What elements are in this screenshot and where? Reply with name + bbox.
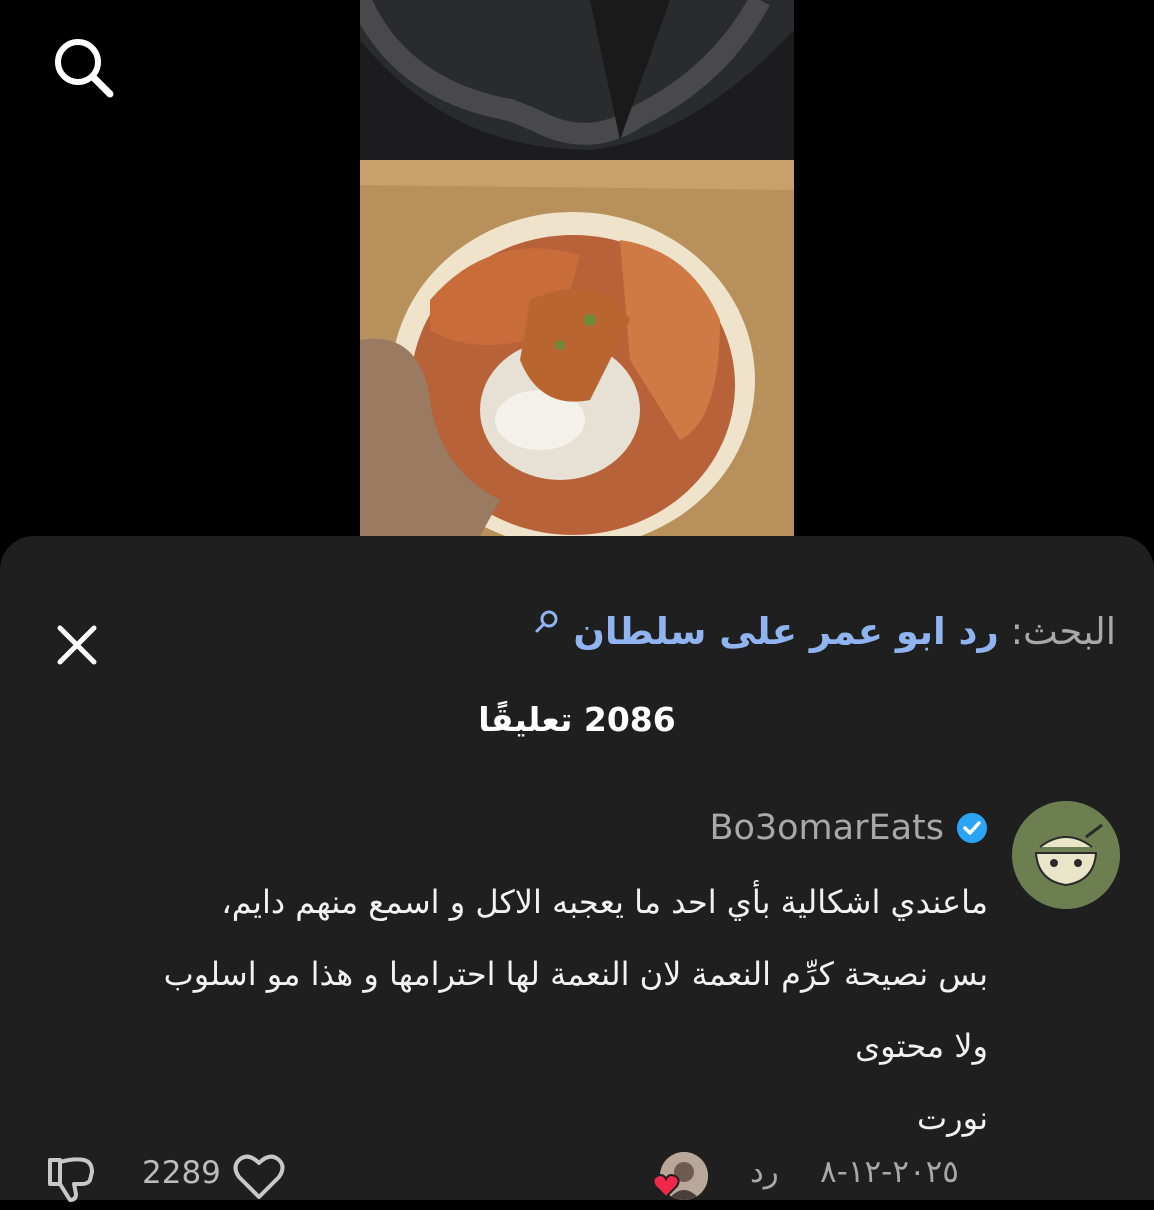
comment-line: بس نصيحة كرِّم النعمة لان النعمة لها احت… <box>163 955 988 993</box>
bowl-logo-icon <box>1012 801 1120 909</box>
avatar[interactable] <box>1012 801 1120 909</box>
comment-body: ماعندي اشكالية بأي احد ما يعجبه الاكل و … <box>28 866 988 1154</box>
search-query-link[interactable]: رد ابو عمر على سلطان <box>573 610 999 653</box>
comment-count: 2086 تعليقًا <box>478 700 676 739</box>
close-button[interactable] <box>50 618 104 672</box>
search-icon <box>55 39 114 98</box>
creator-liked-heart-icon <box>652 1174 680 1199</box>
sheet-header: البحث: رد ابو عمر على سلطان <box>0 596 1154 665</box>
dislike-button[interactable] <box>44 1154 98 1210</box>
comment-date: ٢٠٢٥-١٢-٨ <box>820 1154 959 1190</box>
like-button[interactable] <box>232 1152 286 1206</box>
comment-author-row: Bo3omarEats <box>709 808 988 848</box>
author-name[interactable]: Bo3omarEats <box>709 808 944 848</box>
food-bowl-video-thumbnail <box>360 0 794 536</box>
video-player[interactable] <box>0 0 1154 540</box>
search-icon <box>535 610 558 633</box>
video-frame[interactable] <box>360 0 794 536</box>
comments-sheet: البحث: رد ابو عمر على سلطان 2086 تعليقًا… <box>0 536 1154 1202</box>
comment-line: ماعندي اشكالية بأي احد ما يعجبه الاكل و … <box>221 883 988 921</box>
comment-line: نورت <box>916 1099 988 1137</box>
heart-outline-icon <box>233 1154 285 1199</box>
verified-badge-icon <box>957 813 987 843</box>
close-icon <box>57 625 97 665</box>
search-label: البحث: <box>1010 610 1116 653</box>
related-search[interactable]: البحث: رد ابو عمر على سلطان <box>534 608 1116 656</box>
like-count: 2289 <box>142 1155 221 1191</box>
search-button[interactable] <box>48 32 120 104</box>
reply-button[interactable]: رد <box>750 1154 779 1190</box>
thumbs-down-icon <box>48 1157 94 1202</box>
comment-line: ولا محتوى <box>855 1027 988 1065</box>
